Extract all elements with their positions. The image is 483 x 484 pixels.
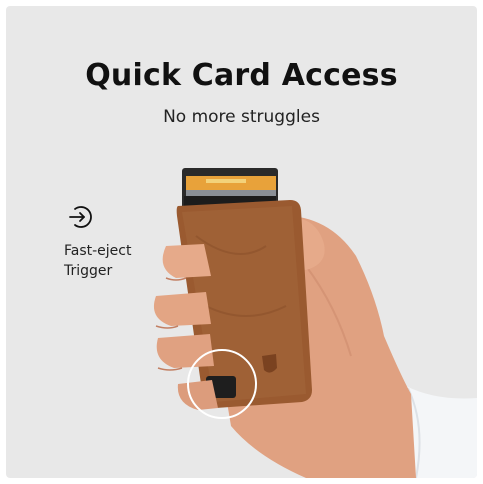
eject-arrow-icon <box>69 206 92 228</box>
feature-label-line2: Trigger <box>64 263 113 279</box>
feature-label: Fast-eject Trigger <box>64 241 174 281</box>
product-banner: Quick Card Access No more struggles Fast… <box>6 6 477 478</box>
feature-label-line1: Fast-eject <box>64 243 132 259</box>
page-title: Quick Card Access <box>85 58 398 93</box>
feature-callout: Fast-eject Trigger <box>64 203 174 281</box>
page-subtitle: No more struggles <box>163 107 320 127</box>
